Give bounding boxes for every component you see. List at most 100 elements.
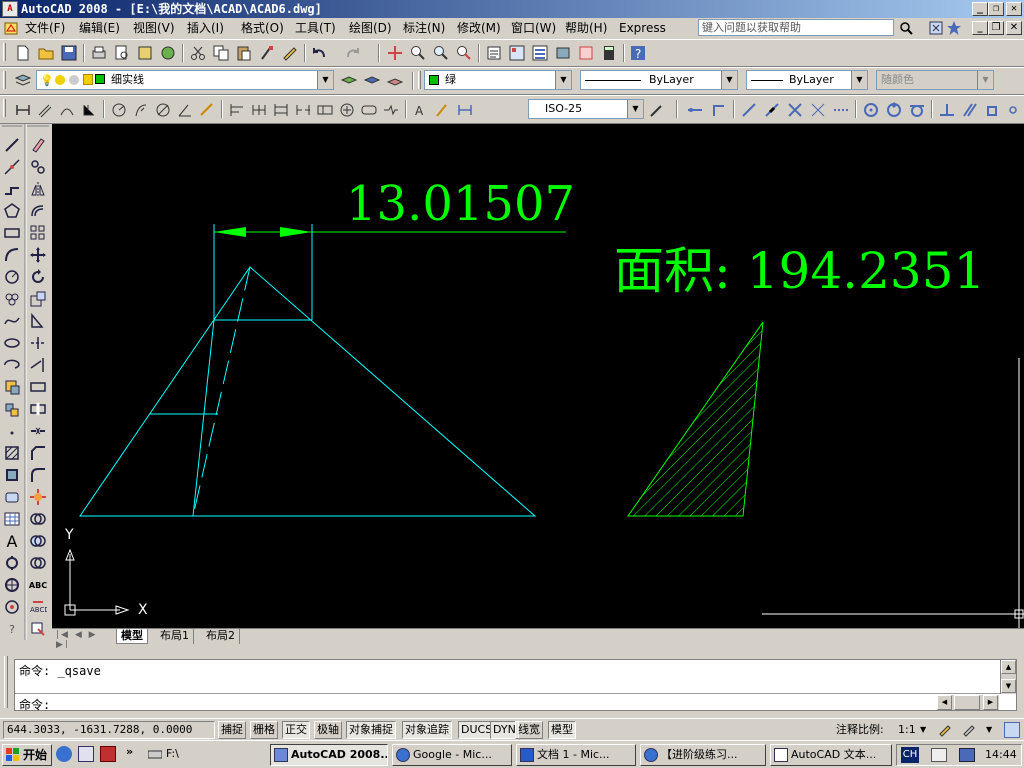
move-icon[interactable] (27, 244, 49, 266)
copy-object-icon[interactable] (27, 156, 49, 178)
inner-slant-line[interactable] (192, 319, 215, 517)
calculator-icon[interactable] (598, 42, 620, 64)
chevron-down-icon[interactable]: ▼ (627, 100, 643, 118)
tab-layout1[interactable]: 布局1 (156, 629, 194, 644)
menu-file[interactable]: 文件(F) (25, 18, 65, 38)
jogged-linear-icon[interactable] (380, 99, 402, 121)
ellipse-arc-icon[interactable] (1, 354, 23, 376)
area-text[interactable]: 面积: 194.2351 (614, 242, 985, 300)
angular-dimension-icon[interactable] (174, 99, 196, 121)
coordinates-display[interactable]: 644.3033, -1631.7288, 0.0000 (3, 721, 215, 739)
menu-view[interactable]: 视图(V) (133, 18, 175, 38)
fillet-icon[interactable] (27, 464, 49, 486)
help-question-icon[interactable]: ? (1, 618, 23, 640)
title-bar[interactable]: A AutoCAD 2008 - [E:\我的文档\ACAD\ACAD6.dwg… (0, 0, 1024, 18)
find-replace-icon[interactable]: ABCD (27, 596, 49, 618)
tab-model[interactable]: 模型 (116, 629, 148, 644)
properties-icon[interactable] (483, 42, 505, 64)
chevron-down-icon[interactable]: ▼ (721, 71, 737, 89)
linear-dimension-icon[interactable] (12, 99, 34, 121)
toolbar-grip[interactable] (3, 99, 6, 117)
offset-icon[interactable] (27, 200, 49, 222)
menu-help[interactable]: 帮助(H) (565, 18, 607, 38)
add-selected-icon[interactable] (1, 552, 23, 574)
toggle-ortho[interactable]: 正交 (282, 721, 310, 739)
minimize-button[interactable]: _ (972, 2, 988, 16)
close-button[interactable]: ✕ (1006, 2, 1022, 16)
menu-window[interactable]: 窗口(W) (511, 18, 556, 38)
block-editor-icon[interactable] (279, 42, 301, 64)
aligned-dimension-icon[interactable] (34, 99, 56, 121)
table-icon[interactable] (1, 508, 23, 530)
plot-preview-icon[interactable] (111, 42, 133, 64)
chevron-down-icon[interactable]: ▼ (317, 71, 333, 89)
dimension-space-icon[interactable] (270, 99, 292, 121)
chamfer-icon[interactable] (27, 442, 49, 464)
toolbar-grip[interactable] (3, 71, 6, 89)
multiline-text-icon[interactable]: A (1, 530, 23, 552)
command-scrollbar[interactable]: ▲ ▼ (1000, 660, 1016, 694)
annotation-visibility-icon[interactable] (938, 722, 954, 738)
scroll-down-arrow[interactable]: ▼ (1001, 679, 1016, 693)
make-block-icon[interactable] (1, 398, 23, 420)
snap-node-icon[interactable] (1004, 99, 1022, 121)
markup-icon[interactable] (575, 42, 597, 64)
construction-line-icon[interactable] (1, 156, 23, 178)
chevron-down-icon[interactable]: ▼ (555, 71, 571, 89)
quick-dimension-icon[interactable] (196, 99, 218, 121)
gradient-icon[interactable] (1, 464, 23, 486)
annotation-scale-value[interactable]: 1:1 (898, 722, 916, 738)
mirror-icon[interactable] (27, 178, 49, 200)
snap-apparent-intersection-icon[interactable] (807, 99, 829, 121)
dimension-text-edit-icon[interactable] (432, 99, 454, 121)
snap-parallel-icon[interactable] (959, 99, 981, 121)
task-google[interactable]: Google - Mic... (392, 744, 512, 766)
undo-icon[interactable] (308, 42, 330, 64)
large-triangle-outline[interactable] (79, 266, 537, 517)
tab-navigation-arrows[interactable]: |◀ ◀ ▶ ▶| (56, 630, 112, 650)
dimension-text[interactable]: 13.01507 (346, 176, 575, 232)
extend-icon[interactable] (27, 354, 49, 376)
layer-state-icon[interactable] (384, 70, 406, 92)
polyline-icon[interactable] (1, 178, 23, 200)
restore-button[interactable]: ❐ (988, 2, 1004, 16)
plot-icon[interactable] (88, 42, 110, 64)
toolbar-grip[interactable] (3, 43, 6, 61)
snap-midpoint-icon[interactable] (761, 99, 783, 121)
field-update-icon[interactable] (27, 618, 49, 640)
zoom-realtime-icon[interactable] (407, 42, 429, 64)
toggle-otrack[interactable]: 对象追踪 (402, 721, 452, 739)
drawing-document-icon[interactable] (3, 20, 19, 36)
subtract-icon[interactable] (27, 530, 49, 552)
polygon-icon[interactable] (1, 200, 23, 222)
baseline-dimension-icon[interactable] (226, 99, 248, 121)
zoom-window-icon[interactable] (430, 42, 452, 64)
hatch-fill[interactable] (612, 314, 772, 524)
revision-cloud-icon[interactable] (1, 288, 23, 310)
menu-dimension[interactable]: 标注(N) (403, 18, 445, 38)
new-file-icon[interactable] (12, 42, 34, 64)
diameter-dimension-icon[interactable] (152, 99, 174, 121)
snap-perpendicular-icon[interactable] (936, 99, 958, 121)
snap-tangent-icon[interactable] (906, 99, 928, 121)
break-at-point-icon[interactable] (27, 376, 49, 398)
command-box[interactable]: 命令: _qsave 命令: ▲ ▼ ◀ ▶ (14, 659, 1017, 712)
menu-insert[interactable]: 插入(I) (187, 18, 224, 38)
snap-center-icon[interactable] (860, 99, 882, 121)
autocad-app-icon[interactable]: A (2, 1, 18, 17)
keyboard-icon[interactable] (931, 748, 947, 762)
annotation-scale-dropdown-icon[interactable]: ▼ (920, 722, 926, 738)
spell-check-icon[interactable]: ABC (27, 574, 49, 596)
horizontal-scrollbar[interactable]: ◀ ▶ (937, 695, 999, 710)
chevron-down-icon[interactable]: ▼ (851, 71, 867, 89)
insert-block-icon[interactable] (1, 376, 23, 398)
snap-insert-icon[interactable] (982, 99, 1004, 121)
address-toolbar[interactable]: F:\ (146, 744, 256, 766)
cut-icon[interactable] (187, 42, 209, 64)
rotate-icon[interactable] (27, 266, 49, 288)
explode-icon[interactable] (27, 486, 49, 508)
layer-previous-icon[interactable] (361, 70, 383, 92)
task-practice[interactable]: 【进阶级练习... (640, 744, 766, 766)
tolerance-icon[interactable] (314, 99, 336, 121)
array-icon[interactable] (27, 222, 49, 244)
